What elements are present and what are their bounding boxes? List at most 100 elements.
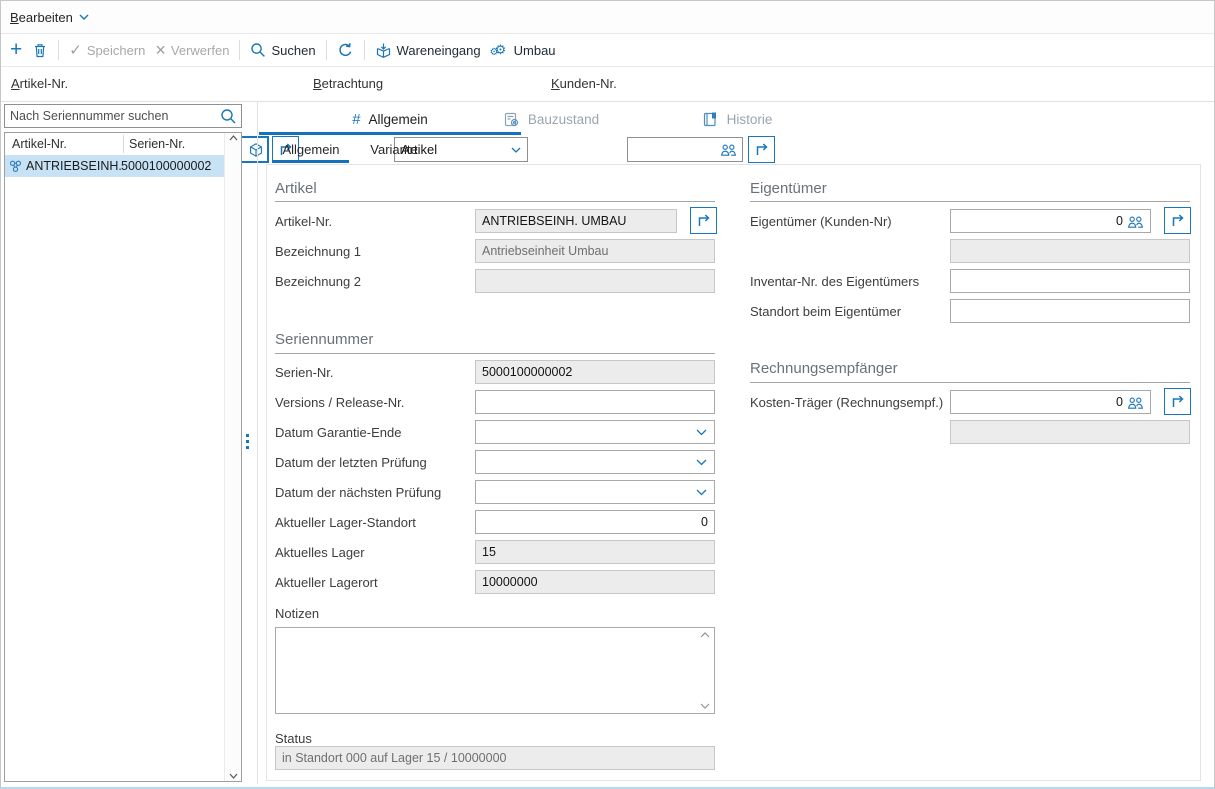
version-input[interactable] [475, 390, 715, 414]
search-icon [250, 42, 266, 58]
tab-bauzustand[interactable]: Bauzustand [471, 105, 631, 133]
kosten-traeger-jump-button[interactable] [1164, 388, 1191, 415]
scroll-up-icon[interactable] [225, 135, 241, 141]
naechste-pruefung-datepicker[interactable] [475, 480, 715, 504]
eigentuemer-jump-button[interactable] [1164, 207, 1191, 234]
jump-arrow-icon [1170, 213, 1185, 228]
app-window: Bearbeiten + ✓ Speichern × Verwerfen Suc… [0, 0, 1215, 789]
cube-icon [248, 142, 264, 158]
scroll-down-icon[interactable] [225, 773, 241, 779]
section-rule [750, 201, 1190, 202]
chevron-down-icon[interactable] [696, 459, 707, 466]
customers-icon[interactable] [1127, 214, 1144, 229]
section-seriennummer-title: Seriennummer [275, 331, 373, 348]
form-panel: Artikel Artikel-Nr. ANTRIEBSEINH. UMBAU … [266, 164, 1201, 781]
notizen-label: Notizen [275, 601, 319, 625]
eigentuemer-input[interactable]: 0 [950, 209, 1151, 233]
eigentuemer-label: Eigentümer (Kunden-Nr) [750, 209, 892, 233]
splitter-handle[interactable] [246, 434, 249, 449]
garantie-ende-datepicker[interactable] [475, 420, 715, 444]
conversion-button[interactable]: ⚙⚙ Umbau [491, 42, 556, 59]
historie-book-icon [702, 111, 719, 128]
artikel-nr-label: Artikel-Nr. [275, 209, 332, 233]
discard-button[interactable]: × Verwerfen [155, 43, 229, 58]
lager-standort-input[interactable]: 0 [475, 510, 715, 534]
list-scrollbar[interactable] [224, 133, 241, 781]
active-subtab-underline [273, 160, 349, 163]
chevron-down-icon[interactable] [696, 489, 707, 496]
customer-no-input[interactable] [627, 137, 743, 162]
column-artikel-nr[interactable]: Artikel-Nr. [5, 137, 123, 151]
article-no-label: Artikel-Nr. [11, 67, 68, 99]
tab-historie[interactable]: Historie [657, 105, 817, 133]
menu-bearbeiten[interactable]: Bearbeiten [10, 10, 89, 25]
toolbar-separator [326, 40, 327, 60]
scroll-up-icon[interactable] [700, 632, 710, 638]
section-artikel-title: Artikel [275, 180, 317, 197]
menu-bar: Bearbeiten [1, 1, 1214, 34]
section-rule [750, 382, 1190, 383]
letzte-pruefung-datepicker[interactable] [475, 450, 715, 474]
bauzustand-icon [503, 111, 520, 128]
toolbar-separator [239, 40, 240, 60]
lagerort-label: Aktueller Lagerort [275, 570, 378, 594]
kosten-traeger-name-field [950, 420, 1190, 444]
search-button[interactable]: Suchen [250, 42, 315, 58]
customers-icon [720, 142, 737, 157]
serial-search-box [4, 104, 242, 128]
goods-receipt-button[interactable]: Wareneingang [375, 42, 481, 59]
scroll-down-icon[interactable] [700, 703, 710, 709]
serien-nr-field: 5000100000002 [475, 360, 715, 384]
kosten-traeger-label: Kosten-Träger (Rechnungsempf.) [750, 390, 943, 414]
chevron-down-icon[interactable] [696, 429, 707, 436]
gears-icon: ⚙⚙ [491, 42, 509, 59]
aktuelles-lager-field: 15 [475, 540, 715, 564]
section-rule [275, 353, 715, 354]
garantie-ende-label: Datum Garantie-Ende [275, 420, 401, 444]
new-button[interactable]: + [10, 42, 22, 58]
inventar-nr-label: Inventar-Nr. des Eigentümers [750, 269, 919, 293]
jump-arrow-icon [1170, 394, 1185, 409]
menu-bearbeiten-label: Bearbeiten [10, 10, 73, 25]
section-rechnung-title: Rechnungsempfänger [750, 360, 898, 377]
lagerort-field: 10000000 [475, 570, 715, 594]
toolbar-separator [364, 40, 365, 60]
refresh-icon[interactable] [337, 42, 354, 59]
panel-divider [257, 101, 258, 784]
chevron-down-icon [511, 147, 521, 153]
artikel-nr-field[interactable]: ANTRIEBSEINH. UMBAU [475, 209, 677, 233]
serial-search-input[interactable] [5, 106, 220, 126]
standort-eigentuemer-input[interactable] [950, 299, 1190, 323]
jump-arrow-icon [696, 213, 711, 228]
customer-jump-button[interactable] [748, 136, 775, 163]
bezeichnung1-field: Antriebseinheit Umbau [475, 239, 715, 263]
jump-arrow-icon [754, 142, 769, 157]
toolbar: + ✓ Speichern × Verwerfen Suchen Warenei… [1, 34, 1214, 67]
subtab-allgemein[interactable]: Allgemein [273, 139, 349, 160]
header-bar: Artikel-Nr. ANTRIEBSEINH. UMBAU Betracht… [1, 67, 1214, 102]
customer-no-label: Kunden-Nr. [551, 67, 617, 99]
chevron-down-icon [79, 14, 89, 20]
section-rule [275, 201, 715, 202]
customers-icon[interactable] [1127, 395, 1144, 410]
subtab-variante[interactable]: Variante [361, 139, 427, 160]
hash-icon: # [352, 111, 360, 128]
inventar-nr-input[interactable] [950, 269, 1190, 293]
search-icon[interactable] [220, 108, 237, 125]
artikel-jump-button[interactable] [690, 207, 717, 234]
notizen-textarea[interactable] [275, 627, 715, 714]
serial-list: Artikel-Nr. Serien-Nr. ANTRIEBSEINH... 5… [4, 132, 242, 782]
letzte-pruefung-label: Datum der letzten Prüfung [275, 450, 427, 474]
goods-receipt-box-icon [375, 42, 392, 59]
serial-list-header: Artikel-Nr. Serien-Nr. [5, 133, 241, 155]
delete-icon[interactable] [32, 42, 48, 59]
bezeichnung2-label: Bezeichnung 2 [275, 269, 361, 293]
check-icon: ✓ [69, 41, 82, 59]
view-label: Betrachtung [313, 67, 383, 99]
save-button[interactable]: ✓ Speichern [69, 41, 145, 59]
kosten-traeger-input[interactable]: 0 [950, 390, 1151, 414]
serien-nr-label: Serien-Nr. [275, 360, 334, 384]
serial-list-row[interactable]: ANTRIEBSEINH... 5000100000002 [5, 155, 241, 177]
status-field: in Standort 000 auf Lager 15 / 10000000 [275, 746, 715, 770]
standort-eigentuemer-label: Standort beim Eigentümer [750, 299, 901, 323]
